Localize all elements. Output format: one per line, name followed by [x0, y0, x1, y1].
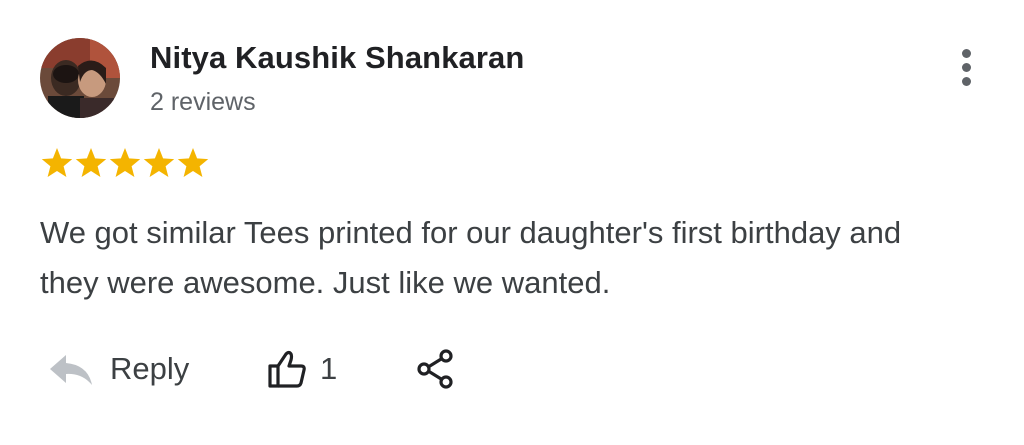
review-actions: Reply 1	[40, 340, 520, 396]
more-options-button[interactable]	[948, 44, 984, 90]
review-count: 2 reviews	[150, 88, 256, 116]
more-vert-icon	[961, 48, 971, 58]
author-name[interactable]: Nitya Kaushik Shankaran	[150, 40, 524, 76]
star-icon	[41, 148, 73, 177]
share-icon	[417, 349, 453, 389]
review-card: Nitya Kaushik Shankaran 2 reviews We got…	[0, 0, 1024, 445]
star-icon	[75, 148, 107, 177]
share-button[interactable]	[410, 344, 460, 394]
like-button[interactable]: 1	[266, 344, 337, 394]
more-vert-icon-dot	[961, 62, 971, 72]
star-icon	[143, 148, 175, 177]
star-rating	[40, 145, 210, 181]
like-count: 1	[320, 351, 338, 386]
more-vert-icon-dot	[961, 76, 971, 86]
star-icon	[177, 148, 209, 177]
reply-arrow-icon	[50, 355, 92, 385]
reply-button[interactable]: Reply	[46, 344, 189, 394]
review-text: We got similar Tees printed for our daug…	[40, 215, 902, 300]
star-icon	[109, 148, 141, 177]
avatar[interactable]	[40, 38, 120, 118]
thumb-up-icon	[268, 350, 306, 388]
reply-label: Reply	[110, 351, 190, 386]
